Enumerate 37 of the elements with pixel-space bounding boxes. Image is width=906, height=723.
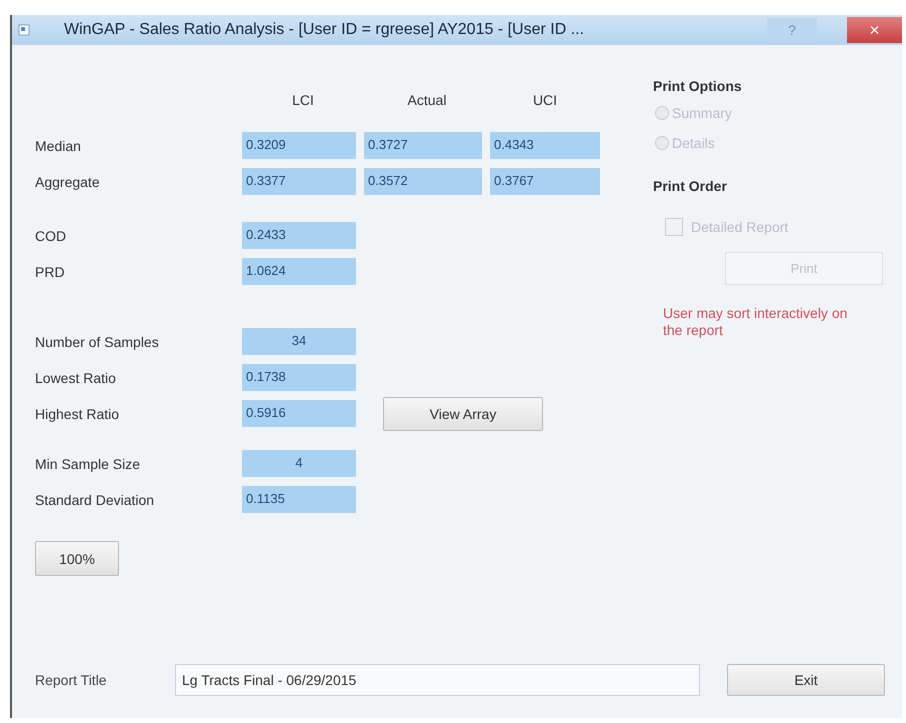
value-field: 0.2433 — [242, 222, 356, 249]
close-button[interactable]: × — [847, 17, 902, 43]
note-text: User may sort interactively on the report — [663, 305, 848, 339]
value-field: 1.0624 — [242, 258, 356, 285]
stat-label: Median — [35, 138, 82, 154]
value-field: 0.3209 — [242, 132, 356, 159]
value-field: 0.4343 — [490, 132, 600, 159]
column-header: UCI — [532, 92, 558, 110]
stat-label: Min Sample Size — [35, 456, 142, 472]
stat-label: Number of Samples — [35, 334, 160, 350]
value-field: 0.1738 — [242, 364, 356, 391]
help-button[interactable]: ? — [767, 18, 817, 42]
field-label: Report Title — [35, 672, 108, 688]
section-heading: Print Order — [653, 178, 728, 196]
stat-label: Aggregate — [35, 174, 101, 190]
value-field: 0.1135 — [242, 486, 356, 513]
value-field: 0.5916 — [242, 400, 356, 427]
section-heading: Print Options — [653, 78, 743, 96]
value-field: 0.3767 — [490, 168, 600, 195]
column-header: Actual — [406, 92, 448, 110]
report-title-field[interactable]: Lg Tracts Final - 06/29/2015 — [175, 664, 700, 696]
column-header: LCI — [291, 92, 315, 110]
view-array-button[interactable]: View Array — [383, 396, 543, 430]
value-field: 0.3377 — [242, 168, 356, 195]
exit-button[interactable]: Exit — [727, 664, 885, 696]
app-icon — [18, 24, 30, 36]
stat-label: PRD — [35, 264, 66, 280]
stat-label: Lowest Ratio — [35, 370, 117, 386]
value-field: 34 — [242, 328, 356, 355]
window-title: WinGAP - Sales Ratio Analysis - [User ID = rgreese] AY2015 - [User ID ... — [64, 21, 586, 39]
stat-label: COD — [35, 228, 68, 244]
value-field: 0.3727 — [364, 132, 482, 159]
percent-button[interactable]: 100% — [35, 541, 119, 576]
value-field: 0.3572 — [364, 168, 482, 195]
stat-label: Highest Ratio — [35, 406, 120, 422]
stat-label: Standard Deviation — [35, 492, 156, 508]
value-field: 4 — [242, 450, 356, 477]
